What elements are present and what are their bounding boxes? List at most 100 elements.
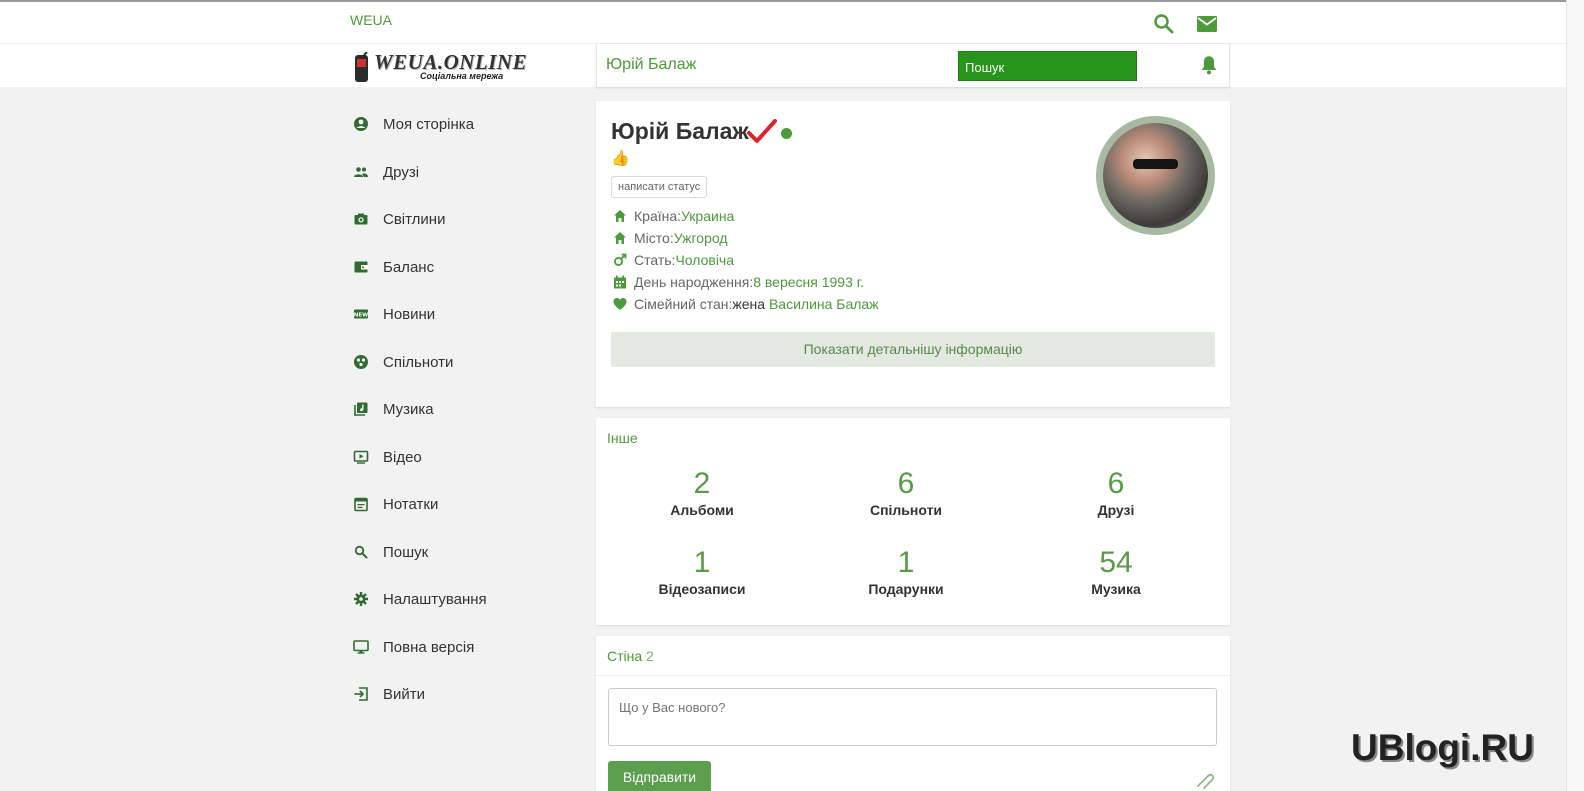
sidebar-item-full-version[interactable]: Повна версія	[350, 632, 580, 662]
sidebar-item-balance[interactable]: Баланс	[350, 252, 580, 282]
account-circle-icon	[354, 117, 368, 131]
stat-label: Спільноти	[869, 502, 943, 518]
male-icon	[614, 253, 627, 266]
write-status-button[interactable]: написати статус	[611, 176, 708, 198]
search-icon[interactable]	[1152, 12, 1176, 36]
search-icon	[354, 545, 368, 559]
sidebar-item-search[interactable]: Пошук	[350, 537, 580, 567]
sidebar-item-notes[interactable]: Нотатки	[350, 489, 580, 519]
sidebar-item-label: Пошук	[383, 543, 429, 561]
mail-icon[interactable]	[1195, 12, 1219, 36]
sidebar-item-photos[interactable]: Світлини	[350, 204, 580, 234]
sidebar-item-my-page[interactable]: Моя сторінка	[350, 109, 580, 139]
monitor-icon	[353, 640, 369, 654]
header-panel: Юрій Балаж Пошук	[596, 44, 1230, 87]
sidebar-item-label: Світлини	[383, 210, 446, 228]
home-icon	[614, 232, 626, 244]
sidebar-item-friends[interactable]: Друзі	[350, 157, 580, 187]
sidebar-item-communities[interactable]: Спільноти	[350, 347, 580, 377]
bell-icon[interactable]	[1198, 54, 1220, 76]
stat-label: Друзі	[1097, 502, 1135, 518]
main-header: WEUA.ONLINE Соціальна мережа Юрій Балаж …	[0, 44, 1566, 87]
header-search-button[interactable]: Пошук	[958, 51, 1137, 81]
sidebar-item-logout[interactable]: Вийти	[350, 679, 580, 709]
sidebar-item-video[interactable]: Відео	[350, 442, 580, 472]
watermark: UBlogi.RU	[1351, 727, 1534, 768]
heart-icon	[613, 298, 627, 310]
stat-value: 1	[897, 546, 915, 579]
info-label: Місто:	[634, 230, 674, 246]
wall-title-text: Стіна	[607, 648, 643, 664]
sidebar-item-settings[interactable]: Налаштування	[350, 584, 580, 614]
phone-logo-icon	[355, 52, 368, 82]
sidebar-item-label: Баланс	[383, 258, 435, 276]
stat-videos[interactable]: 1 Відеозаписи	[602, 546, 802, 597]
page-scrollbar[interactable]	[1566, 0, 1584, 791]
site-logo[interactable]: WEUA.ONLINE Соціальна мережа	[352, 48, 544, 84]
svg-text:NEW: NEW	[354, 312, 368, 318]
stat-value: 6	[897, 467, 915, 500]
show-more-info-button[interactable]: Показати детальнішу інформацію	[611, 332, 1215, 367]
stat-label: Подарунки	[868, 581, 944, 597]
stats-title: Інше	[607, 430, 638, 446]
wallet-icon	[354, 261, 368, 273]
music-library-icon	[354, 402, 368, 416]
info-label: День народження:	[634, 274, 754, 290]
stat-communities[interactable]: 6 Спільноти	[806, 467, 1006, 518]
sidebar-item-label: Вийти	[383, 685, 426, 703]
gender-value[interactable]: Чоловіча	[675, 252, 734, 268]
people-icon	[354, 167, 368, 177]
sidebar-item-label: Налаштування	[383, 590, 487, 608]
sidebar-item-label: Друзі	[383, 163, 420, 181]
family-status-value: жена	[732, 296, 766, 312]
sidebar-item-label: Нотатки	[383, 495, 439, 513]
site-name-link[interactable]: WEUA	[350, 12, 392, 28]
stat-value: 2	[693, 467, 711, 500]
avatar-glasses	[1133, 159, 1178, 169]
logout-icon	[354, 687, 368, 701]
profile-name-row: Юрій Балаж	[611, 118, 792, 145]
stat-value: 54	[1099, 546, 1133, 579]
sidebar-item-label: Відео	[383, 448, 422, 466]
stat-value: 6	[1107, 467, 1125, 500]
profile-name: Юрій Балаж	[611, 118, 749, 144]
gear-icon	[354, 592, 368, 606]
stat-gifts[interactable]: 1 Подарунки	[806, 546, 1006, 597]
logo-subtitle: Соціальна мережа	[420, 71, 504, 81]
sidebar-item-label: Спільноти	[383, 353, 454, 371]
header-user-name[interactable]: Юрій Балаж	[606, 56, 696, 74]
stats-card: Інше 2 Альбоми 6 Спільноти 6 Друзі 1 Від…	[596, 418, 1230, 625]
birthday-value[interactable]: 8 вересня 1993 г.	[753, 274, 864, 290]
stat-friends[interactable]: 6 Друзі	[1016, 467, 1216, 518]
online-indicator	[780, 128, 792, 139]
wall-divider	[596, 675, 1230, 676]
wall-post-count: 2	[646, 648, 654, 664]
country-link[interactable]: Украина	[681, 208, 734, 224]
avatar-photo	[1103, 123, 1208, 228]
stat-label: Музика	[1091, 581, 1141, 597]
wall-card: Стіна 2 Відправити	[596, 636, 1230, 791]
video-icon	[353, 450, 369, 464]
avatar[interactable]	[1096, 116, 1215, 235]
paperclip-icon[interactable]	[1193, 767, 1217, 791]
stat-value: 1	[693, 546, 711, 579]
stat-label: Альбоми	[670, 502, 734, 518]
community-icon	[354, 355, 368, 369]
sidebar-item-news[interactable]: NEW Новини	[350, 299, 580, 329]
info-label: Сімейний стан:	[634, 296, 733, 312]
stat-music[interactable]: 54 Музика	[1016, 546, 1216, 597]
sidebar-item-label: Музика	[383, 400, 434, 418]
send-button[interactable]: Відправити	[608, 761, 711, 791]
stat-label: Відеозаписи	[658, 581, 746, 597]
verified-check-icon	[746, 118, 777, 143]
spouse-link[interactable]: Василина Балаж	[769, 296, 879, 312]
stat-albums[interactable]: 2 Альбоми	[602, 467, 802, 518]
info-label: Країна:	[634, 208, 682, 224]
city-link[interactable]: Ужгород	[674, 230, 728, 246]
sidebar-item-music[interactable]: Музика	[350, 394, 580, 424]
status-emoji: 👍	[611, 150, 630, 167]
wall-post-input[interactable]	[608, 688, 1217, 746]
info-country: Країна: Украина	[613, 208, 734, 224]
info-city: Місто: Ужгород	[613, 230, 728, 246]
home-icon	[614, 210, 626, 222]
